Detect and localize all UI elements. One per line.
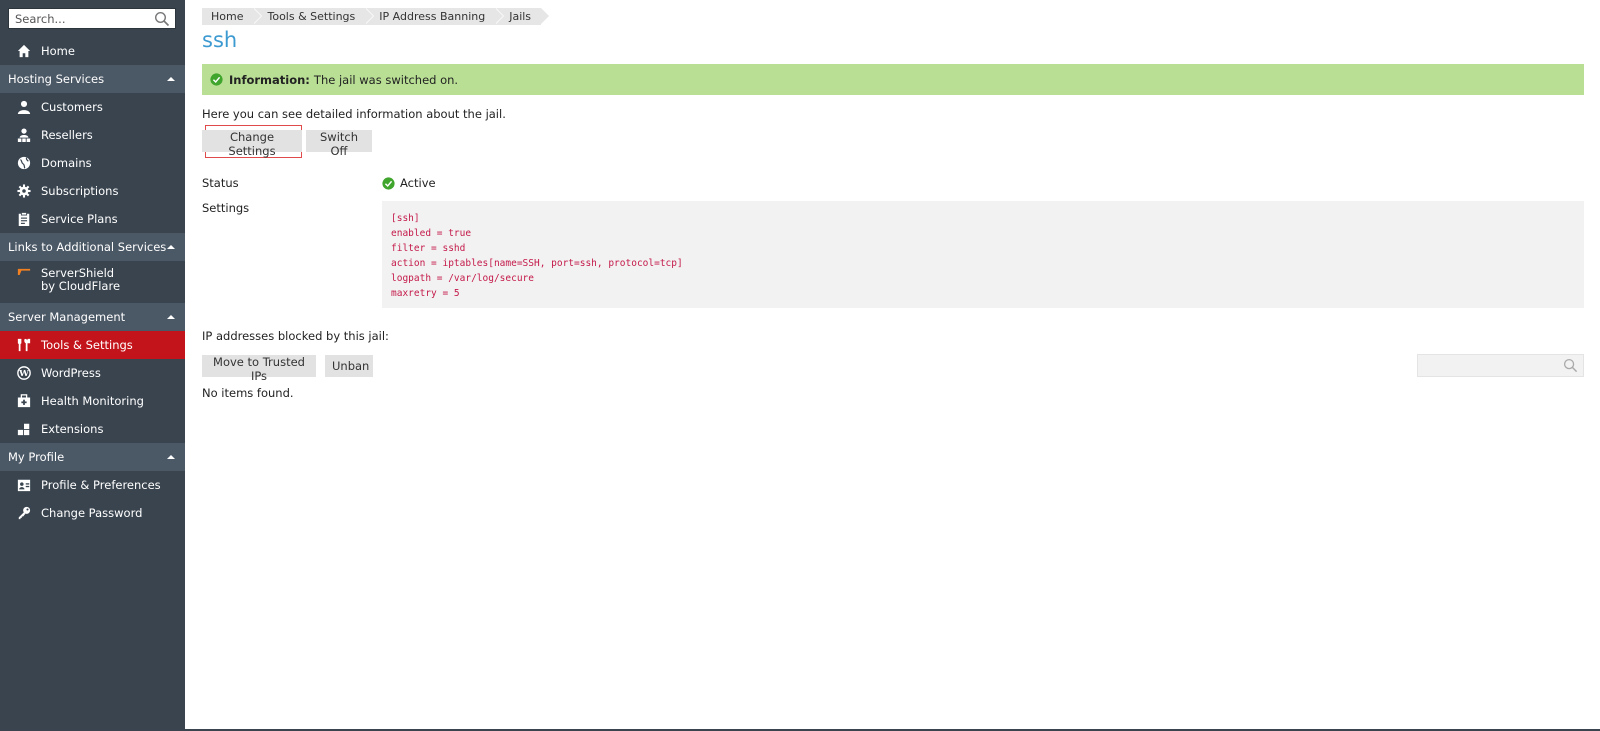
empty-list-message: No items found. — [202, 386, 294, 400]
extensions-icon — [16, 421, 32, 437]
group-title: Server Management — [8, 310, 126, 324]
group-additional-services[interactable]: Links to Additional Services — [0, 233, 185, 261]
group-title: Links to Additional Services — [8, 240, 167, 254]
breadcrumb: Home Tools & Settings IP Address Banning… — [202, 8, 550, 25]
sidebar: Home Hosting Services Customers Reseller… — [0, 0, 185, 731]
sidebar-item-label: Subscriptions — [41, 184, 119, 198]
blocked-ips-label: IP addresses blocked by this jail: — [202, 329, 389, 343]
breadcrumb-ip-address-banning[interactable]: IP Address Banning — [365, 8, 505, 25]
info-message: Information: The jail was switched on. — [202, 64, 1584, 95]
wordpress-icon: W — [16, 365, 32, 381]
clipboard-icon — [16, 211, 32, 227]
breadcrumb-home[interactable]: Home — [202, 8, 264, 25]
group-title: My Profile — [8, 450, 65, 464]
sidebar-item-label: Change Password — [41, 506, 143, 520]
sidebar-item-label: Extensions — [41, 422, 104, 436]
key-icon — [16, 505, 32, 521]
page-title: ssh — [202, 28, 238, 52]
breadcrumb-tools-settings[interactable]: Tools & Settings — [253, 8, 375, 25]
tools-icon — [16, 337, 32, 353]
sidebar-item-customers[interactable]: Customers — [0, 93, 185, 121]
status-value: Active — [382, 176, 436, 190]
status-text: Active — [400, 176, 436, 190]
sidebar-item-label: Domains — [41, 156, 92, 170]
sidebar-item-service-plans[interactable]: Service Plans — [0, 205, 185, 233]
sidebar-item-wordpress[interactable]: W WordPress — [0, 359, 185, 387]
sidebar-item-resellers[interactable]: Resellers — [0, 121, 185, 149]
sidebar-item-domains[interactable]: Domains — [0, 149, 185, 177]
switch-off-button[interactable]: Switch Off — [306, 130, 372, 158]
group-title: Hosting Services — [8, 72, 105, 86]
collapse-caret-icon — [167, 455, 175, 459]
list-search — [1417, 354, 1584, 377]
sidebar-item-label: Profile & Preferences — [41, 478, 161, 492]
unban-button[interactable]: Unban — [325, 355, 373, 377]
sidebar-nav: Home Hosting Services Customers Reseller… — [0, 37, 185, 527]
sidebar-item-extensions[interactable]: Extensions — [0, 415, 185, 443]
sidebar-item-label: ServerShield by CloudFlare — [41, 266, 121, 293]
sidebar-item-tools-settings[interactable]: Tools & Settings — [0, 331, 185, 359]
profile-card-icon — [16, 477, 32, 493]
sidebar-item-profile-preferences[interactable]: Profile & Preferences — [0, 471, 185, 499]
collapse-caret-icon — [167, 315, 175, 319]
user-icon — [16, 99, 32, 115]
sidebar-item-label: Service Plans — [41, 212, 118, 226]
sidebar-item-health-monitoring[interactable]: Health Monitoring — [0, 387, 185, 415]
cloudflare-icon — [16, 267, 32, 283]
sidebar-item-home[interactable]: Home — [0, 37, 185, 65]
sidebar-item-label: Resellers — [41, 128, 93, 142]
sidebar-item-subscriptions[interactable]: Subscriptions — [0, 177, 185, 205]
info-text: The jail was switched on. — [313, 72, 459, 87]
sidebar-item-servershield[interactable]: ServerShield by CloudFlare — [0, 261, 185, 303]
group-server-management[interactable]: Server Management — [0, 303, 185, 331]
sidebar-item-label: Tools & Settings — [41, 338, 133, 352]
sidebar-search — [8, 8, 176, 29]
sidebar-item-label: Home — [41, 44, 75, 58]
sidebar-item-label: Health Monitoring — [41, 394, 144, 408]
move-to-trusted-button[interactable]: Move to Trusted IPs — [202, 355, 316, 383]
gear-icon — [16, 183, 32, 199]
page-description: Here you can see detailed information ab… — [202, 107, 506, 121]
group-my-profile[interactable]: My Profile — [0, 443, 185, 471]
collapse-caret-icon — [167, 245, 175, 249]
globe-icon — [16, 155, 32, 171]
sidebar-item-label: WordPress — [41, 366, 101, 380]
svg-text:W: W — [18, 369, 29, 379]
settings-code: [ssh] enabled = true filter = sshd actio… — [382, 201, 1584, 308]
search-icon[interactable] — [1563, 358, 1578, 373]
info-label: Information: — [229, 72, 310, 87]
list-search-input[interactable] — [1418, 355, 1558, 376]
home-icon — [16, 43, 32, 59]
reseller-icon — [16, 127, 32, 143]
search-icon[interactable] — [154, 11, 170, 27]
health-kit-icon — [16, 393, 32, 409]
search-input[interactable] — [9, 9, 149, 28]
status-label: Status — [202, 176, 239, 190]
collapse-caret-icon — [167, 77, 175, 81]
check-circle-icon — [382, 176, 395, 190]
sidebar-item-change-password[interactable]: Change Password — [0, 499, 185, 527]
sidebar-item-label: Customers — [41, 100, 103, 114]
settings-label: Settings — [202, 201, 250, 215]
change-settings-button[interactable]: Change Settings — [202, 130, 302, 158]
group-hosting-services[interactable]: Hosting Services — [0, 65, 185, 93]
check-circle-icon — [210, 73, 223, 86]
